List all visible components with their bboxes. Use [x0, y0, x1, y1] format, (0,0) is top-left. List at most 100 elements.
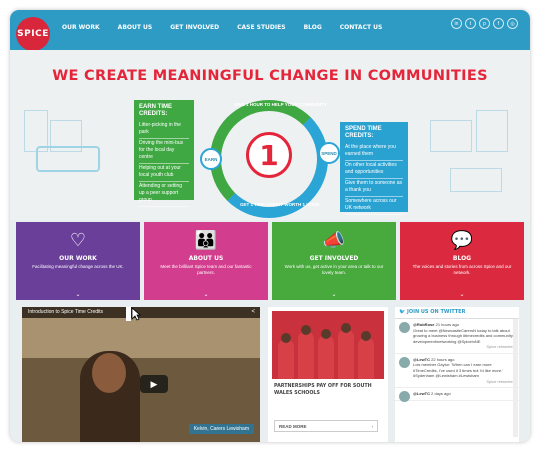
news-card: PARTNERSHIPS PAY OFF FOR SOUTH WALES SCH…: [268, 307, 388, 442]
chevron-down-icon: ⌄: [203, 292, 209, 298]
nav-link-about-us[interactable]: ABOUT US: [118, 24, 153, 31]
tile-title: BLOG: [452, 255, 472, 262]
spend-item: On other local activities and opportunit…: [345, 161, 403, 179]
tile-description: Meet the brilliant Spice team and our fa…: [160, 264, 252, 275]
video-player[interactable]: Introduction to Spice Time Credits < ▶ K…: [22, 307, 260, 442]
photo-head: [301, 325, 311, 335]
building-illustration: [450, 168, 502, 192]
nav-links: OUR WORK ABOUT US GET INVOLVED CASE STUD…: [62, 24, 400, 31]
photo-figure: [338, 329, 354, 379]
social-icons: in t p f ◎: [451, 18, 518, 29]
top-navigation: SPICE OUR WORK ABOUT US GET INVOLVED CAS…: [10, 10, 530, 51]
twitter-icon: 🐦: [399, 309, 407, 315]
nav-link-blog[interactable]: BLOG: [304, 24, 322, 31]
read-more-button[interactable]: READ MORE ›: [274, 420, 378, 432]
tile-title: ABOUT US: [188, 255, 224, 262]
chevron-down-icon: ⌄: [459, 292, 465, 298]
video-caption: Kelvin, Carers Lewisham: [188, 424, 254, 434]
linkedin-icon[interactable]: in: [451, 18, 462, 29]
hero-headline: WE CREATE MEANINGFUL CHANGE IN COMMUNITI…: [52, 68, 488, 84]
tweet-time: 22 hours ago: [431, 356, 455, 362]
earn-item: Litter-picking in the park: [139, 121, 189, 139]
spend-item: At the place where you earned them: [345, 143, 403, 161]
nav-link-contact-us[interactable]: CONTACT US: [340, 24, 383, 31]
building-illustration: [430, 120, 472, 152]
tile-description: Work with us, get active in your area or…: [284, 264, 384, 275]
ring-bottom-label: GET 1 TIME CREDIT WORTH 1 HOUR: [240, 202, 320, 207]
avatar: [399, 322, 410, 333]
twitter-feed: 🐦 JOIN US ON TWITTER @RobRose 21 hours a…: [395, 307, 519, 442]
tweet-handle[interactable]: @LewTC: [413, 357, 430, 362]
news-photo[interactable]: [272, 311, 384, 379]
feature-tiles: ♡ OUR WORK Facilitating meaningful chang…: [16, 222, 524, 300]
photo-figure: [358, 337, 374, 379]
earn-title: EARN TIME CREDITS:: [139, 104, 172, 117]
nav-link-our-work[interactable]: OUR WORK: [62, 24, 100, 31]
chevron-right-icon: ›: [371, 424, 374, 429]
spend-item: Give them to someone as a thank you: [345, 179, 403, 197]
tweet[interactable]: @LewTC 2 days ago: [395, 388, 519, 402]
tweet-handle[interactable]: @LewTC: [413, 391, 430, 396]
building-illustration: [476, 110, 508, 152]
tweet[interactable]: @RobRose 21 hours ago Great to meet @New…: [395, 319, 519, 354]
nav-link-get-involved[interactable]: GET INVOLVED: [170, 24, 219, 31]
tweet[interactable]: @LewTC 22 hours ago Lois member Gaylor: …: [395, 354, 519, 388]
twitter-header-label: JOIN US ON TWITTER: [406, 309, 466, 315]
earn-node: EARN: [200, 148, 222, 170]
tile-description: Facilitating meaningful change across th…: [32, 264, 124, 269]
tweet-text: Great to meet @NewcastleCarersN today to…: [413, 327, 513, 344]
photo-head: [341, 323, 351, 333]
play-button[interactable]: ▶: [140, 375, 168, 393]
video-background: [22, 318, 260, 358]
photo-figure: [318, 335, 334, 379]
ring-top-label: GIVE 1 HOUR TO HELP YOUR COMMUNITY: [234, 102, 327, 107]
retweet-label: Spice retweeted: [486, 378, 515, 384]
photo-head: [321, 329, 331, 339]
twitter-header: 🐦 JOIN US ON TWITTER: [395, 307, 519, 319]
browser-viewport: SPICE OUR WORK ABOUT US GET INVOLVED CAS…: [10, 10, 530, 442]
news-headline[interactable]: PARTNERSHIPS PAY OFF FOR SOUTH WALES SCH…: [274, 383, 382, 397]
hero-infographic: WE CREATE MEANINGFUL CHANGE IN COMMUNITI…: [10, 50, 530, 220]
earn-credits-panel: EARN TIME CREDITS: Litter-picking in the…: [134, 100, 194, 207]
tile-about-us[interactable]: 👪 ABOUT US Meet the brilliant Spice team…: [144, 222, 268, 300]
share-icon[interactable]: <: [251, 307, 255, 318]
clock-number: 1: [259, 138, 279, 172]
clock-icon: 1: [246, 132, 292, 178]
heart-hands-icon: ♡: [69, 230, 87, 250]
pinterest-icon[interactable]: p: [479, 18, 490, 29]
speech-bubbles-icon: 💬: [450, 230, 474, 250]
spend-title: SPEND TIME CREDITS:: [345, 126, 382, 139]
scrollbar[interactable]: [513, 319, 518, 437]
tile-title: GET INVOLVED: [309, 255, 359, 262]
spend-item: Somewhere across our UK network: [345, 197, 403, 215]
earn-item: Helping out at your local youth club: [139, 164, 189, 182]
photo-figure: [278, 339, 294, 379]
tile-get-involved[interactable]: 📣 GET INVOLVED Work with us, get active …: [272, 222, 396, 300]
people-icon: 👪: [194, 230, 218, 250]
avatar: [399, 391, 410, 402]
video-person-face: [92, 353, 126, 393]
chevron-down-icon: ⌄: [75, 292, 81, 298]
tweet-handle[interactable]: @RobRose: [413, 322, 434, 327]
facebook-icon[interactable]: f: [493, 18, 504, 29]
earn-item: Driving the mini-bus for the local day c…: [139, 139, 189, 164]
tile-our-work[interactable]: ♡ OUR WORK Facilitating meaningful chang…: [16, 222, 140, 300]
spend-credits-panel: SPEND TIME CREDITS: At the place where y…: [340, 122, 408, 215]
photo-head: [281, 333, 291, 343]
bus-illustration: [36, 146, 100, 172]
avatar: [399, 356, 410, 368]
nav-link-case-studies[interactable]: CASE STUDIES: [237, 24, 285, 31]
photo-head: [361, 331, 371, 341]
photo-figure: [298, 331, 314, 379]
instagram-icon[interactable]: ◎: [507, 18, 518, 29]
tile-blog[interactable]: 💬 BLOG The voices and stories from acros…: [400, 222, 524, 300]
tile-title: OUR WORK: [59, 255, 97, 262]
tweet-text: Lois member Gaylor: 'When can I earn mor…: [413, 362, 503, 378]
chevron-down-icon: ⌄: [331, 292, 337, 298]
tweet-time: 2 days ago: [431, 391, 451, 396]
spend-node: SPEND: [318, 142, 340, 164]
tile-description: The voices and stories from across Spice…: [412, 264, 512, 275]
spice-logo[interactable]: SPICE: [16, 17, 50, 51]
twitter-icon[interactable]: t: [465, 18, 476, 29]
read-more-label: READ MORE: [279, 424, 307, 429]
